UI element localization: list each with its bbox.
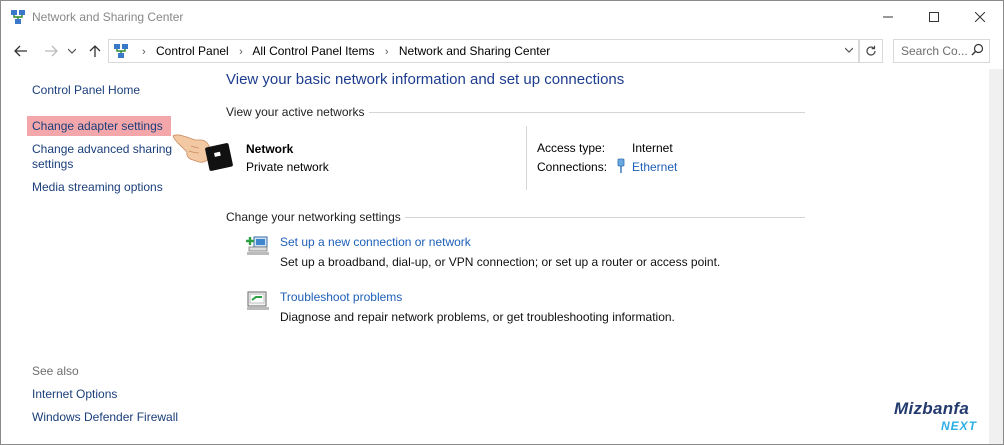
up-arrow-icon — [89, 45, 101, 57]
sidebar-item-change-advanced-sharing[interactable]: Change advanced sharing settings — [32, 142, 182, 172]
see-also-heading: See also — [32, 364, 79, 378]
divider — [526, 126, 527, 190]
ethernet-icon — [617, 158, 625, 173]
breadcrumb-network-center[interactable]: Network and Sharing Center — [399, 44, 550, 58]
refresh-icon — [866, 45, 876, 56]
recent-locations-button[interactable] — [65, 41, 79, 61]
active-networks-label: View your active networks — [226, 105, 365, 119]
minimize-icon — [883, 16, 893, 18]
search-placeholder: Search Co... — [901, 44, 968, 58]
sidebar-item-media-streaming[interactable]: Media streaming options — [32, 180, 163, 194]
troubleshoot-desc: Diagnose and repair network problems, or… — [280, 310, 675, 324]
close-button[interactable] — [957, 1, 1003, 33]
network-name: Network — [246, 142, 294, 156]
chevron-down-icon — [845, 47, 853, 53]
up-button[interactable] — [85, 41, 105, 61]
network-center-icon — [114, 44, 128, 58]
window-title: Network and Sharing Center — [32, 10, 184, 24]
right-edge-strip — [989, 69, 1003, 444]
access-type-label: Access type: — [537, 141, 606, 155]
divider — [405, 217, 805, 218]
setup-connection-link[interactable]: Set up a new connection or network — [280, 235, 471, 249]
change-settings-label: Change your networking settings — [226, 210, 401, 224]
back-button[interactable] — [11, 41, 31, 61]
close-icon — [975, 12, 985, 22]
network-type[interactable]: Private network — [246, 160, 329, 174]
divider — [369, 112, 805, 113]
pointing-hand-icon — [172, 134, 233, 171]
sidebar-item-control-panel-home[interactable]: Control Panel Home — [32, 83, 140, 97]
breadcrumb-separator-icon: › — [239, 46, 243, 58]
ethernet-link[interactable]: Ethernet — [632, 160, 677, 174]
access-type-value: Internet — [632, 141, 673, 155]
network-center-icon — [11, 10, 25, 24]
maximize-icon — [929, 12, 939, 22]
brand-logo: Mizbanfa NEXT — [894, 399, 988, 437]
troubleshoot-icon — [247, 291, 269, 310]
maximize-button[interactable] — [911, 1, 957, 33]
window: Network and Sharing Center › Control Pan… — [0, 0, 1004, 445]
brand-name: Mizbanfa — [894, 399, 970, 418]
back-arrow-icon — [14, 45, 27, 57]
setup-connection-desc: Set up a broadband, dial-up, or VPN conn… — [280, 255, 721, 269]
new-connection-icon — [246, 236, 269, 255]
navigation-bar: › Control Panel › All Control Panel Item… — [1, 37, 1003, 65]
breadcrumb-separator-icon: › — [142, 46, 146, 58]
troubleshoot-link[interactable]: Troubleshoot problems — [280, 290, 402, 304]
breadcrumb-all-items[interactable]: All Control Panel Items — [252, 44, 374, 58]
refresh-button[interactable] — [859, 39, 883, 63]
breadcrumb-control-panel[interactable]: Control Panel — [156, 44, 229, 58]
minimize-button[interactable] — [865, 1, 911, 33]
forward-arrow-icon — [45, 45, 58, 57]
search-icon — [971, 43, 984, 56]
breadcrumb-separator-icon: › — [384, 46, 389, 58]
brand-tag: NEXT — [941, 419, 978, 433]
address-bar[interactable]: › Control Panel › All Control Panel Item… — [108, 39, 859, 63]
page-title: View your basic network information and … — [226, 71, 625, 88]
title-bar: Network and Sharing Center — [1, 1, 1003, 33]
breadcrumb: › Control Panel › All Control Panel Item… — [135, 44, 550, 58]
search-input[interactable]: Search Co... — [893, 39, 990, 63]
chevron-down-icon — [68, 48, 76, 54]
connections-label: Connections: — [537, 160, 608, 174]
address-history-button[interactable] — [842, 43, 856, 57]
sidebar-item-change-adapter-settings[interactable]: Change adapter settings — [27, 116, 171, 136]
sidebar-item-internet-options[interactable]: Internet Options — [32, 387, 117, 401]
sidebar-item-defender-firewall[interactable]: Windows Defender Firewall — [32, 410, 178, 424]
forward-button[interactable] — [41, 41, 61, 61]
